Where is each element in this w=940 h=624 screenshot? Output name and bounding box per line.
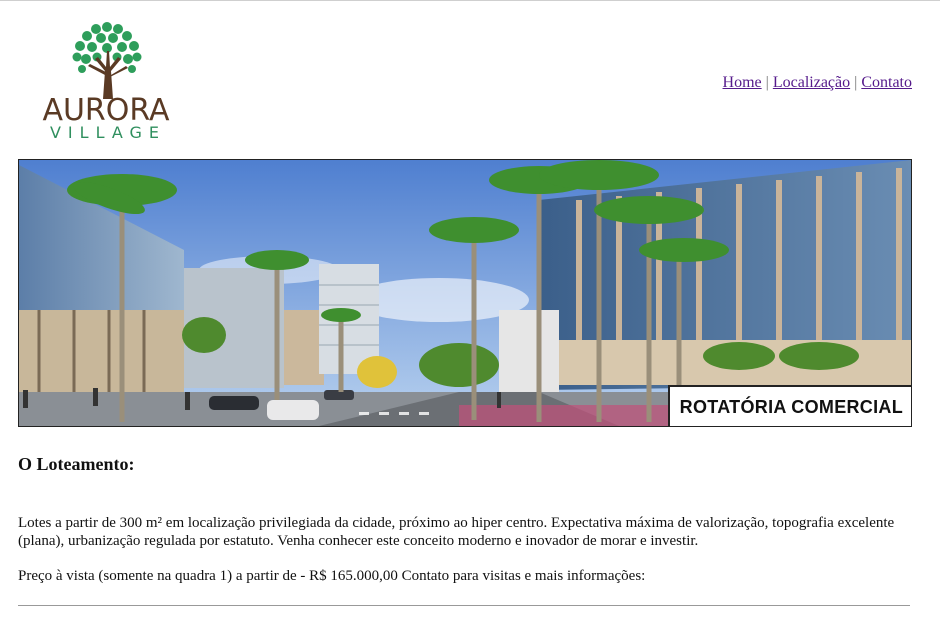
- banner-caption: ROTATÓRIA COMERCIAL: [667, 385, 911, 426]
- section-heading: O Loteamento:: [18, 454, 135, 474]
- nav-separator: |: [765, 74, 769, 91]
- divider: [18, 605, 910, 606]
- price-text: Preço à vista (somente na quadra 1) a pa…: [18, 568, 646, 584]
- description-text: Lotes a partir de 300 m² em localização …: [18, 515, 895, 549]
- tree-logo-icon: [72, 22, 142, 99]
- site-logo: AURORA VILLAGE: [38, 19, 178, 147]
- logo-subtitle: VILLAGE: [49, 123, 167, 142]
- hero-banner-image: ROTATÓRIA COMERCIAL: [18, 159, 912, 427]
- nav-contact-link[interactable]: Contato: [861, 74, 912, 91]
- nav-separator: |: [854, 74, 858, 91]
- nav-home-link[interactable]: Home: [723, 74, 762, 91]
- nav-location-link[interactable]: Localização: [773, 74, 850, 91]
- main-nav: Home | Localização | Contato: [723, 74, 912, 92]
